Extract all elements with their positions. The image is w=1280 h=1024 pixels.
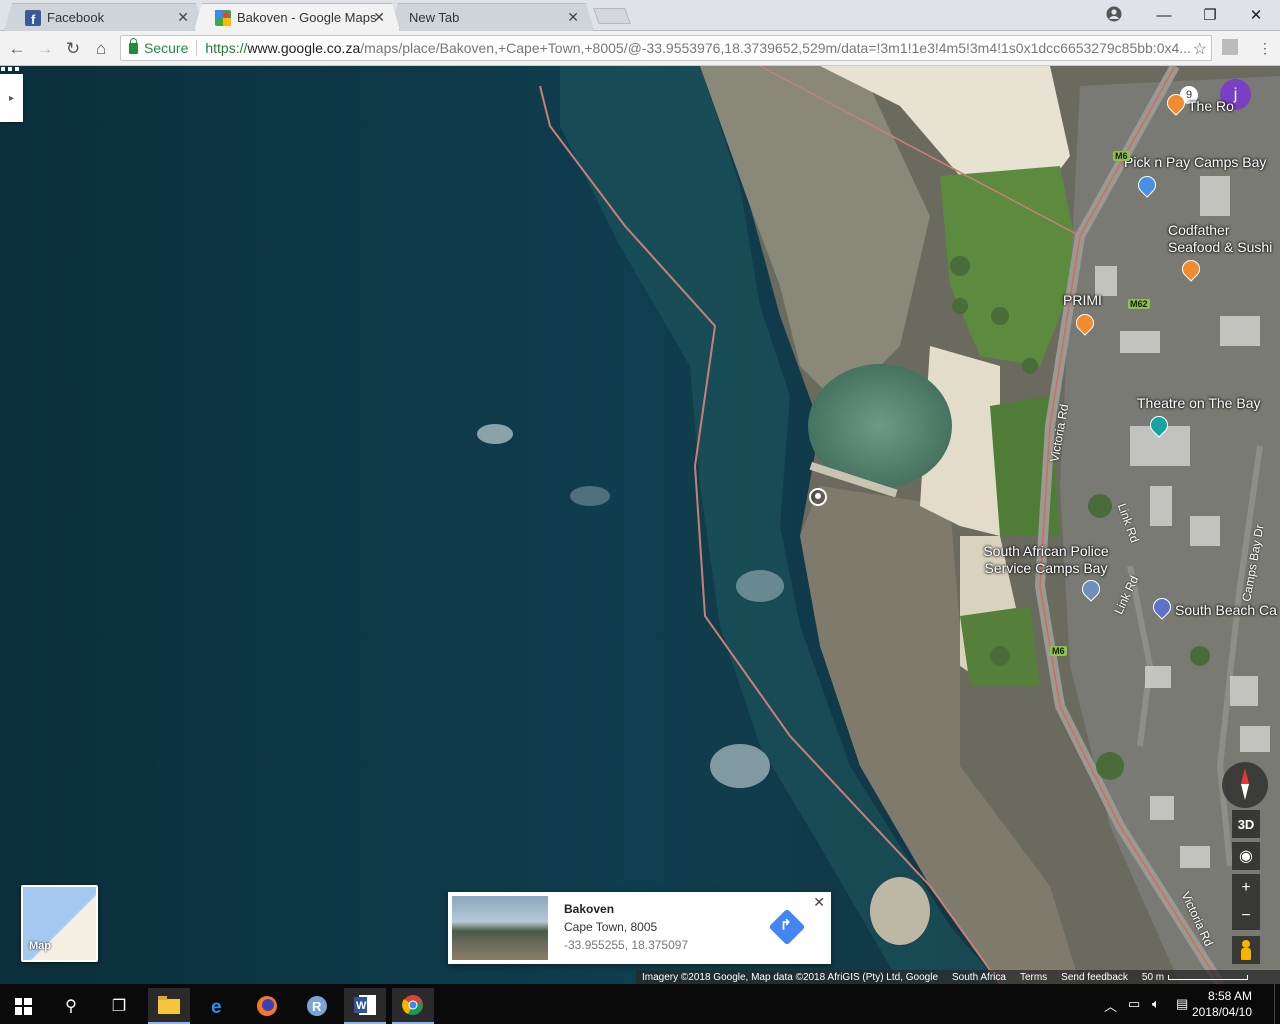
place-label-primi[interactable]: PRIMI — [1063, 292, 1102, 309]
file-explorer-icon[interactable] — [148, 988, 190, 1024]
back-arrow-icon[interactable]: ← — [6, 38, 28, 60]
location-marker-icon[interactable] — [809, 488, 827, 506]
my-location-icon[interactable]: ◉ — [1232, 842, 1260, 870]
volume-icon[interactable]: 🔈︎ — [1152, 996, 1160, 1012]
address-bar[interactable]: Secure https://www.google.co.za/maps/pla… — [120, 35, 1212, 61]
lock-icon — [129, 37, 138, 54]
task-view-icon[interactable]: ❐ — [98, 988, 140, 1024]
google-maps-icon — [215, 10, 231, 26]
close-icon[interactable]: ✕ — [813, 894, 825, 911]
system-clock[interactable]: 8:58 AM 2018/04/10 — [1192, 988, 1252, 1020]
place-label-police[interactable]: South African Police Service Camps Bay — [976, 543, 1116, 577]
send-feedback-link[interactable]: Send feedback — [1061, 972, 1128, 983]
bookmark-star-icon[interactable]: ☆ — [1193, 39, 1207, 59]
scale-label[interactable]: 50 m — [1141, 971, 1249, 983]
url-path: /maps/place/Bakoven,+Cape+Town,+8005/@-3… — [360, 40, 1191, 56]
url-host: www.google.co.za — [247, 40, 361, 56]
tab-new-tab[interactable]: New Tab ✕ — [390, 3, 594, 31]
reload-icon[interactable]: ↻ — [62, 38, 84, 60]
windows-taskbar: ⚲ ❐ e R W ︿ ▭ 🔈︎ ▤ 8:58 AM 2018/04/10 — [0, 984, 1280, 1024]
r-app-icon[interactable]: R — [296, 988, 338, 1024]
attribution-text: Imagery ©2018 Google, Map data ©2018 Afr… — [642, 971, 939, 983]
scale-text: 50 m — [1141, 971, 1165, 983]
edge-icon[interactable]: e — [198, 988, 240, 1024]
place-label-theatre[interactable]: Theatre on The Bay — [1137, 395, 1260, 412]
extension-icon[interactable] — [1222, 39, 1238, 55]
tab-google-maps[interactable]: Bakoven - Google Maps ✕ — [194, 3, 400, 31]
browser-toolbar: ← → ↻ ⌂ Secure https://www.google.co.za/… — [0, 31, 1280, 66]
3d-toggle-button[interactable]: 3D — [1232, 810, 1260, 838]
secure-label: Secure — [144, 40, 189, 56]
svg-text:R: R — [312, 999, 322, 1014]
route-badge: M6 — [1113, 151, 1130, 161]
tab-close-icon[interactable]: ✕ — [567, 9, 579, 26]
svg-text:W: W — [356, 1000, 367, 1012]
tab-label: Facebook — [47, 10, 105, 25]
compass-icon[interactable] — [1222, 762, 1268, 808]
satellite-imagery — [0, 66, 1280, 984]
minimize-button[interactable]: — — [1141, 0, 1187, 30]
browser-menu-icon[interactable]: ⋮ — [1258, 40, 1272, 57]
directions-icon[interactable]: ↱ — [768, 908, 806, 946]
region-link[interactable]: South Africa — [952, 972, 1006, 983]
user-profile-icon[interactable] — [1106, 6, 1122, 22]
facebook-icon: f — [25, 10, 41, 26]
place-label-pick-n-pay[interactable]: Pick n Pay Camps Bay — [1124, 154, 1266, 171]
action-center-icon[interactable]: ▤ — [1176, 996, 1188, 1012]
url-scheme: https:// — [205, 40, 248, 56]
clock-date: 2018/04/10 — [1191, 1005, 1252, 1019]
search-icon[interactable]: ⚲ — [50, 988, 92, 1024]
tab-label: New Tab — [409, 10, 460, 25]
tab-close-icon[interactable]: ✕ — [177, 9, 189, 26]
tab-strip: f Facebook ✕ Bakoven - Google Maps ✕ New… — [0, 0, 1280, 31]
firefox-icon[interactable] — [246, 988, 288, 1024]
pegman-icon[interactable] — [1232, 936, 1260, 964]
place-info-card[interactable]: Bakoven Cape Town, 8005 -33.955255, 18.3… — [448, 892, 831, 964]
place-photo-thumbnail[interactable] — [452, 896, 548, 960]
route-badge: M62 — [1128, 299, 1150, 309]
minimap-label: Map — [29, 940, 51, 952]
show-desktop-button[interactable] — [1274, 984, 1280, 1024]
place-address: Cape Town, 8005 — [564, 920, 658, 934]
route-badge: M6 — [1050, 646, 1067, 656]
place-title: Bakoven — [564, 902, 615, 916]
svg-text:e: e — [211, 997, 222, 1016]
map-layer-toggle[interactable]: Map — [21, 885, 98, 962]
home-icon[interactable]: ⌂ — [90, 38, 112, 60]
restore-button[interactable]: ❐ — [1187, 0, 1233, 30]
zoom-in-button[interactable]: + — [1232, 874, 1260, 902]
satellite-map[interactable]: ▸ 9 j The Ro Pick n Pay Camps Bay Codfat… — [0, 66, 1280, 984]
url-text: https://www.google.co.za/maps/place/Bako… — [205, 40, 1211, 56]
tab-close-icon[interactable]: ✕ — [373, 9, 385, 26]
divider — [196, 40, 198, 56]
word-icon[interactable]: W — [344, 988, 386, 1024]
place-label-the-ro[interactable]: The Ro — [1188, 98, 1234, 115]
windows-start-icon[interactable] — [2, 988, 44, 1024]
new-tab-button[interactable] — [593, 8, 631, 24]
clock-time: 8:58 AM — [1207, 989, 1252, 1003]
google-apps-icon[interactable] — [0, 66, 20, 86]
place-coordinates: -33.955255, 18.375097 — [564, 938, 689, 952]
map-footer: Imagery ©2018 Google, Map data ©2018 Afr… — [636, 970, 1280, 984]
terms-link[interactable]: Terms — [1020, 972, 1047, 983]
tab-facebook[interactable]: f Facebook ✕ — [4, 3, 204, 31]
zoom-out-button[interactable]: − — [1232, 902, 1260, 930]
forward-arrow-icon[interactable]: → — [34, 38, 56, 60]
close-window-button[interactable]: ✕ — [1233, 0, 1279, 30]
network-icon[interactable]: ▭ — [1128, 996, 1140, 1012]
tab-label: Bakoven - Google Maps — [237, 10, 377, 25]
scale-bar — [1168, 974, 1249, 980]
place-label-south-beach[interactable]: South Beach Ca — [1175, 602, 1277, 619]
chrome-icon[interactable] — [392, 988, 434, 1024]
place-label-codfather[interactable]: Codfather Seafood & Sushi — [1168, 222, 1280, 256]
svg-text:f: f — [31, 12, 36, 26]
show-hidden-icons-icon[interactable]: ︿ — [1104, 996, 1117, 1015]
